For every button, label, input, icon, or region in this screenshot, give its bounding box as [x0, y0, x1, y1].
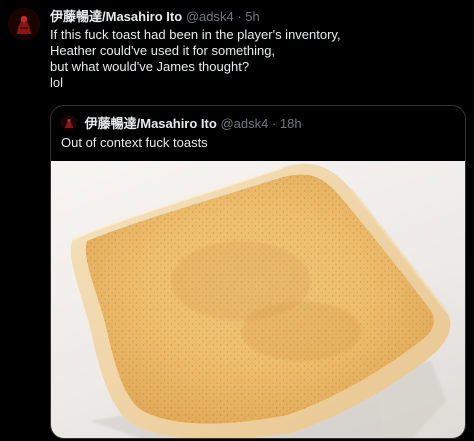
- avatar-figure-icon: [61, 115, 77, 131]
- quoted-tweet-text: Out of context fuck toasts: [61, 135, 208, 150]
- quoted-tweet-image[interactable]: [51, 161, 465, 438]
- tweet-text: If this fuck toast had been in the playe…: [50, 27, 460, 91]
- tweet-text-line: but what would've James thought?: [50, 59, 250, 74]
- quoted-author-handle: @adsk4: [220, 116, 269, 131]
- tweet-text-line: If this fuck toast had been in the playe…: [50, 27, 341, 42]
- tweet-text-line: Heather could've used it for something,: [50, 43, 276, 58]
- tweet-header: 伊藤暢達/Masahiro Ito @adsk4 · 5h: [50, 9, 260, 25]
- author-handle[interactable]: @adsk4: [186, 9, 234, 24]
- header-separator: ·: [237, 9, 242, 24]
- tweet-timestamp[interactable]: 5h: [245, 9, 259, 24]
- tweet[interactable]: 伊藤暢達/Masahiro Ito @adsk4 · 5h If this fu…: [0, 0, 474, 441]
- toast-image: [70, 163, 451, 438]
- quoted-author-avatar: [61, 115, 77, 131]
- avatar-figure-icon: [8, 8, 40, 40]
- quoted-author-name: 伊藤暢達/Masahiro Ito: [84, 116, 217, 131]
- quoted-tweet[interactable]: 伊藤暢達/Masahiro Ito @adsk4 · 18h Out of co…: [50, 105, 466, 439]
- quoted-header-separator: ·: [271, 116, 277, 131]
- author-avatar[interactable]: [8, 8, 40, 40]
- tweet-text-line: lol: [50, 75, 64, 90]
- quoted-timestamp: 18h: [279, 116, 302, 131]
- author-name[interactable]: 伊藤暢達/Masahiro Ito: [50, 9, 182, 24]
- quoted-tweet-header: 伊藤暢達/Masahiro Ito @adsk4 · 18h: [61, 115, 302, 132]
